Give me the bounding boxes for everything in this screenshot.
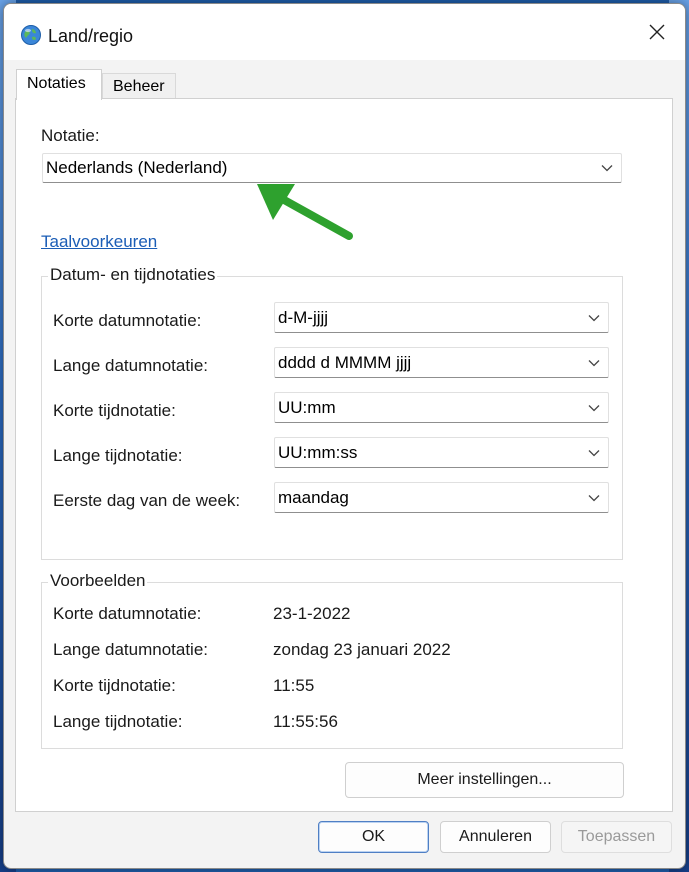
ok-button[interactable]: OK [318, 821, 429, 853]
datetime-formats-group: Datum- en tijdnotaties Korte datumnotati… [41, 265, 623, 560]
chevron-down-icon [588, 359, 600, 366]
long-time-value: UU:mm:ss [278, 442, 358, 462]
chevron-down-icon [588, 314, 600, 321]
example-long-time-label: Lange tijdnotatie: [53, 712, 183, 731]
chevron-down-icon [588, 404, 600, 411]
short-date-dropdown[interactable]: d-M-jjjj [274, 302, 609, 333]
globe-icon [21, 25, 41, 45]
annotation-arrow [257, 184, 353, 240]
short-date-label: Korte datumnotatie: [53, 311, 202, 330]
examples-group: Voorbeelden Korte datumnotatie: 23-1-202… [41, 571, 623, 749]
example-long-date-value: zondag 23 januari 2022 [273, 640, 451, 659]
long-time-dropdown[interactable]: UU:mm:ss [274, 437, 609, 468]
tab-notaties[interactable]: Notaties [16, 69, 102, 100]
short-time-value: UU:mm [278, 397, 336, 417]
close-icon [649, 24, 665, 40]
short-time-dropdown[interactable]: UU:mm [274, 392, 609, 423]
chevron-down-icon [588, 449, 600, 456]
title-bar: Land/regio [4, 4, 685, 60]
format-label: Notatie: [41, 126, 100, 145]
example-short-time-label: Korte tijdnotatie: [53, 676, 176, 695]
first-day-label: Eerste dag van de week: [53, 491, 241, 510]
first-day-dropdown[interactable]: maandag [274, 482, 609, 513]
example-long-time-value: 11:55:56 [273, 712, 338, 731]
first-day-value: maandag [278, 487, 349, 507]
examples-group-title: Voorbeelden [48, 571, 148, 591]
example-long-date-label: Lange datumnotatie: [53, 640, 209, 659]
long-date-dropdown[interactable]: dddd d MMMM jjjj [274, 347, 609, 378]
long-time-label: Lange tijdnotatie: [53, 446, 183, 465]
format-value: Nederlands (Nederland) [46, 158, 228, 177]
long-date-label: Lange datumnotatie: [53, 356, 209, 375]
short-time-label: Korte tijdnotatie: [53, 401, 176, 420]
tab-beheer[interactable]: Beheer [102, 73, 176, 99]
short-date-value: d-M-jjjj [278, 307, 329, 327]
more-settings-button[interactable]: Meer instellingen... [345, 762, 624, 798]
window-title: Land/regio [48, 26, 134, 46]
chevron-down-icon [601, 165, 613, 172]
region-dialog: Land/regio Notaties Beheer Notatie: Nede… [3, 3, 686, 869]
cancel-button[interactable]: Annuleren [440, 821, 551, 853]
language-preferences-link[interactable]: Taalvoorkeuren [41, 232, 157, 252]
long-date-value: dddd d MMMM jjjj [278, 352, 412, 372]
chevron-down-icon [588, 494, 600, 501]
example-short-time-value: 11:55 [273, 676, 315, 695]
close-button[interactable] [629, 8, 685, 56]
datetime-group-title: Datum- en tijdnotaties [48, 265, 218, 285]
example-short-date-value: 23-1-2022 [273, 604, 351, 623]
example-short-date-label: Korte datumnotatie: [53, 604, 202, 623]
apply-button[interactable]: Toepassen [561, 821, 672, 853]
